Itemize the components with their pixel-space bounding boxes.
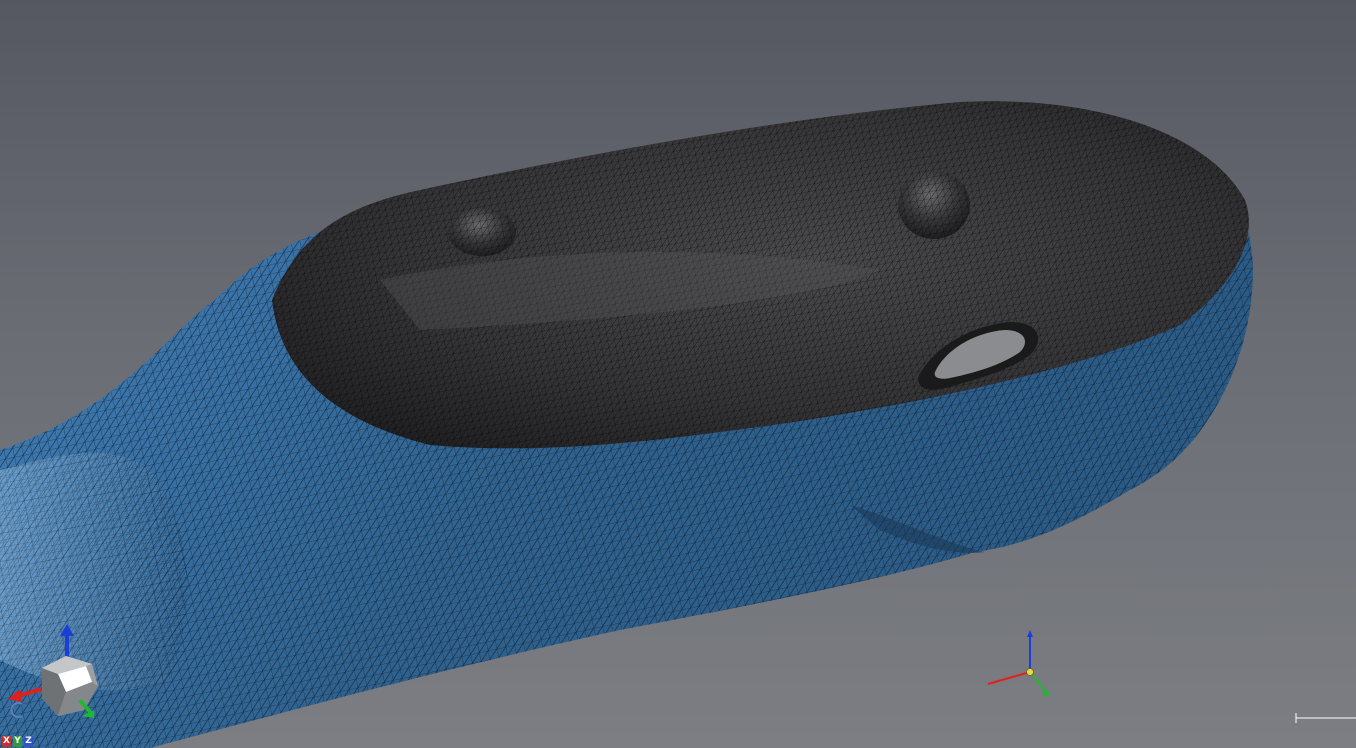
view-y-button[interactable]: Y	[13, 735, 22, 747]
mesh-scene[interactable]	[0, 0, 1356, 748]
view-cube-body[interactable]	[42, 656, 98, 716]
axis-view-buttons: X Y Z	[0, 734, 35, 748]
view-cube-rotate-icon[interactable]	[10, 702, 23, 718]
mesh-bump-right[interactable]	[898, 171, 970, 239]
view-z-button[interactable]: Z	[24, 735, 33, 747]
scale-bar-icon	[1295, 713, 1356, 723]
mesh-bump-left[interactable]	[448, 208, 516, 256]
coordinate-axes-icon	[987, 630, 1051, 697]
view-cube-z-arrow[interactable]	[60, 624, 74, 660]
view-cube-icon[interactable]	[0, 620, 110, 730]
view-x-button[interactable]: X	[2, 735, 11, 747]
view-cube-x-arrow[interactable]	[8, 686, 46, 702]
origin-point	[1026, 668, 1034, 676]
3d-viewport[interactable]: X Y Z	[0, 0, 1356, 748]
